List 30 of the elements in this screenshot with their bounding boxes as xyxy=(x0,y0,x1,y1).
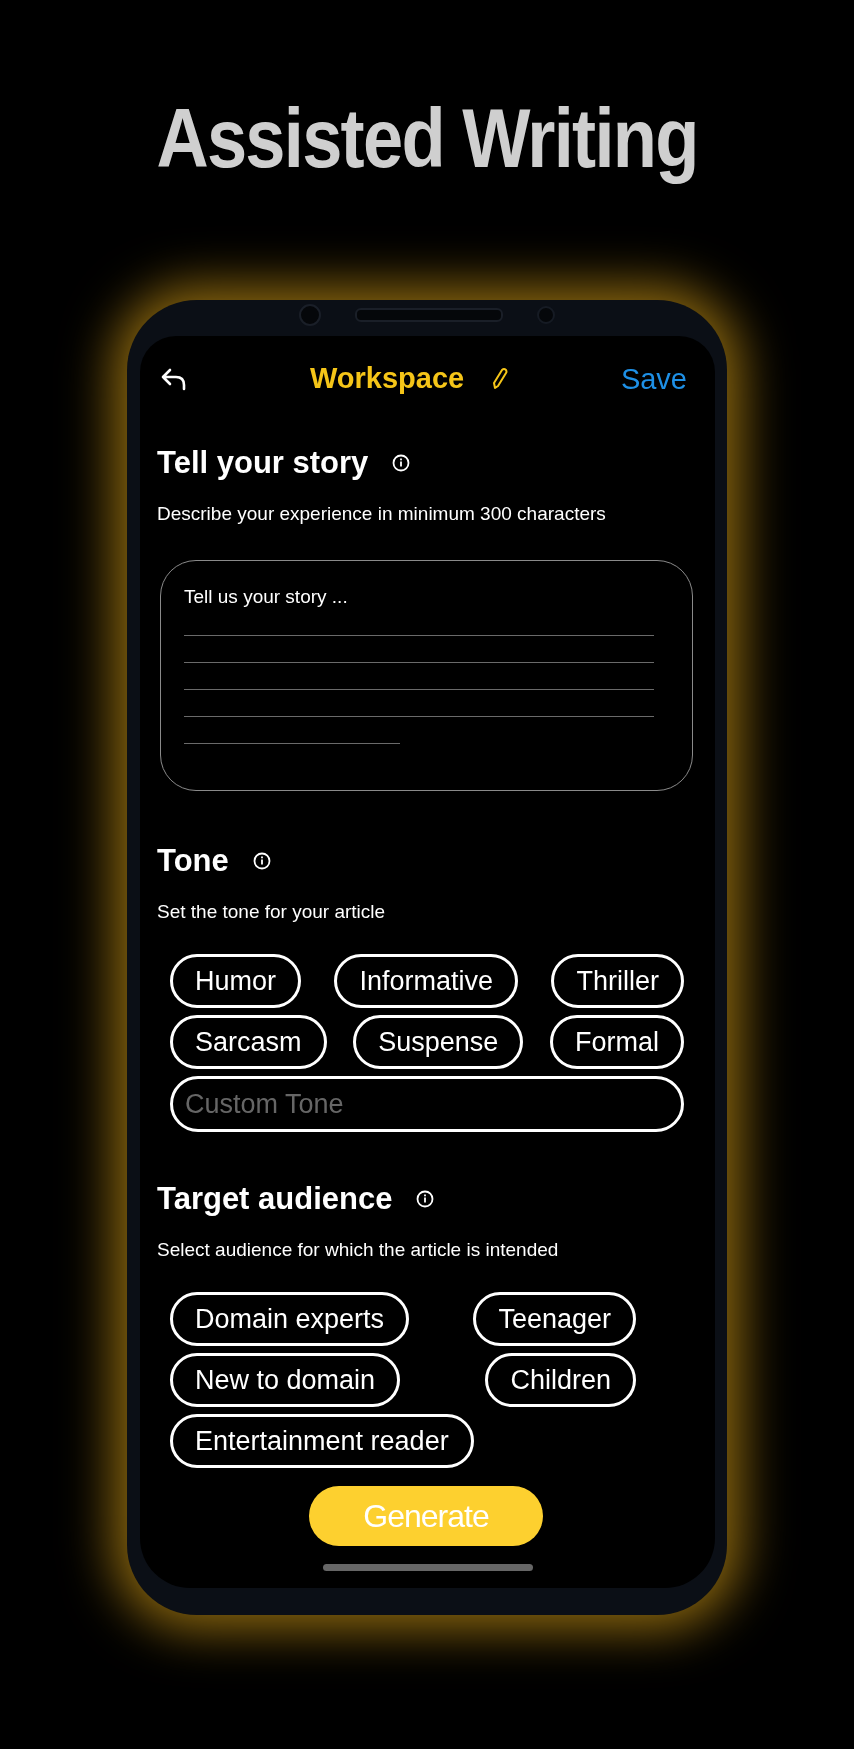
section-title: Tone xyxy=(157,843,229,879)
tone-chip[interactable]: Suspense xyxy=(353,1015,524,1069)
custom-tone-field[interactable]: Custom Tone xyxy=(170,1076,684,1132)
section-subtitle: Select audience for which the article is intended xyxy=(157,1238,560,1262)
tone-chip[interactable]: Humor xyxy=(170,954,301,1008)
pencil-icon[interactable] xyxy=(492,366,509,391)
section-title: Tell your story xyxy=(157,445,369,481)
story-field[interactable]: Tell us your story ... xyxy=(160,560,693,791)
story-placeholder: Tell us your story ... xyxy=(184,585,349,609)
info-icon[interactable] xyxy=(392,454,411,472)
section-subtitle: Describe your experience in minimum 300 characters xyxy=(157,502,607,526)
workspace-title: Workspace xyxy=(310,362,465,395)
tone-chip[interactable]: Thriller xyxy=(551,954,684,1008)
tone-chip[interactable]: Formal xyxy=(549,1015,684,1069)
info-icon[interactable] xyxy=(252,852,271,870)
info-icon[interactable] xyxy=(416,1190,435,1208)
headline: Assisted Writing xyxy=(155,90,699,187)
audience-chip[interactable]: Children xyxy=(485,1353,636,1407)
audience-chip[interactable]: New to domain xyxy=(170,1353,401,1407)
tone-chip[interactable]: Sarcasm xyxy=(170,1015,327,1069)
section-subtitle: Set the tone for your article xyxy=(157,900,387,924)
camera-icon xyxy=(299,304,321,326)
section-title: Target audience xyxy=(157,1181,393,1217)
sensor-icon xyxy=(537,306,555,324)
back-icon[interactable] xyxy=(160,367,188,391)
save-button[interactable]: Save xyxy=(620,363,687,396)
audience-chip[interactable]: Domain experts xyxy=(170,1292,410,1346)
audience-chip[interactable]: Teenager xyxy=(473,1292,636,1346)
tone-chip[interactable]: Informative xyxy=(334,954,519,1008)
audience-chip[interactable]: Entertainment reader xyxy=(170,1414,474,1468)
